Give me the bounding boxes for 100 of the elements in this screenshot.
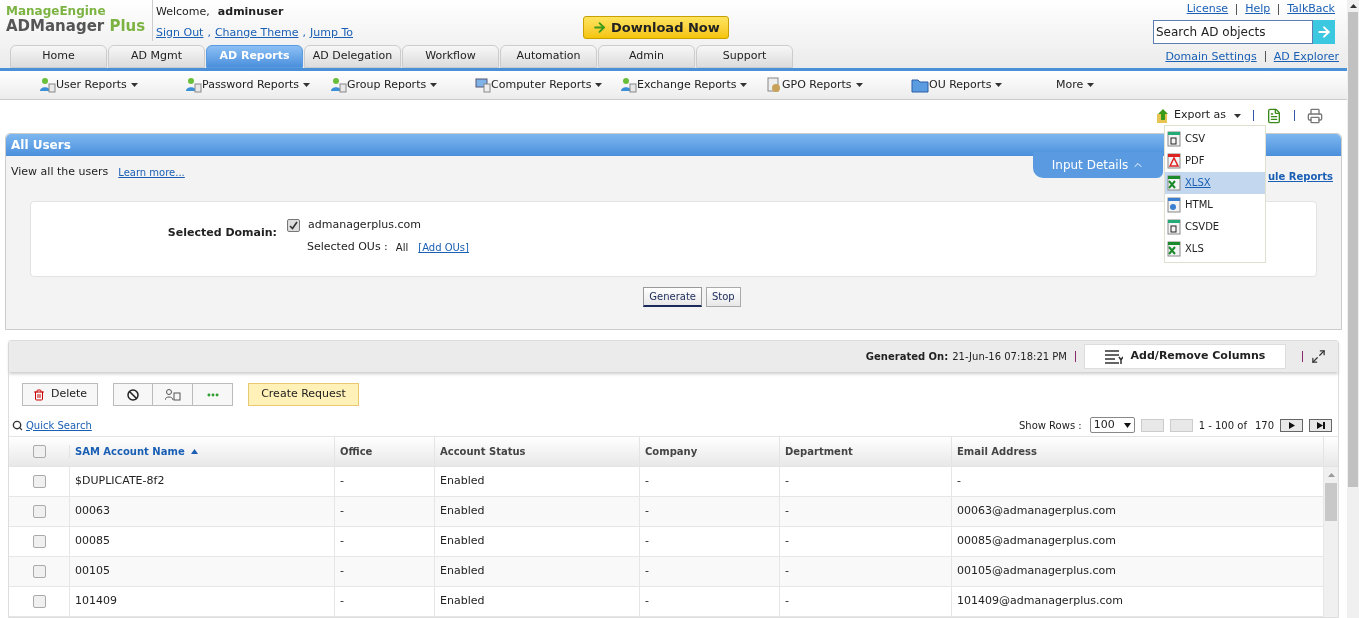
scroll-up-icon[interactable] — [1349, 4, 1357, 8]
previous-page-button[interactable] — [1169, 418, 1193, 432]
header-link[interactable]: Jump To — [310, 24, 353, 41]
user-name: adminuser — [217, 4, 284, 20]
table-cell: Enabled — [440, 593, 485, 610]
caret-icon — [430, 82, 438, 87]
add-ous-link[interactable]: [Add OUs] — [418, 240, 469, 256]
header-link[interactable]: Sign Out — [156, 24, 204, 41]
caret-icon — [130, 82, 138, 87]
table-cell: - — [340, 473, 344, 490]
document-icon[interactable] — [1266, 107, 1282, 124]
nav-tab[interactable]: AD Mgmt — [108, 45, 205, 68]
top-link[interactable]: License — [1186, 1, 1229, 18]
top-link[interactable]: TalkBack — [1287, 1, 1335, 18]
first-page-button[interactable] — [1140, 418, 1164, 432]
users-icon — [186, 76, 202, 93]
learn-more-link[interactable]: Learn more... — [118, 165, 185, 181]
table-cell: Enabled — [440, 473, 485, 490]
action-button[interactable]: Generate — [643, 286, 702, 307]
nav-tab[interactable]: Workflow — [402, 45, 499, 68]
add-remove-columns-button[interactable]: Add/Remove Columns — [1084, 344, 1286, 369]
table-cell: 00105 — [75, 563, 110, 580]
table-cell: Enabled — [440, 563, 485, 580]
file-icon — [1167, 130, 1181, 147]
table-cell: 101409 — [75, 593, 117, 610]
column-header[interactable]: SAM Account Name — [70, 437, 335, 466]
column-header[interactable]: Office — [335, 437, 435, 466]
checkbox[interactable] — [32, 505, 46, 518]
create-request-button[interactable]: Create Request — [248, 383, 359, 406]
checkbox[interactable] — [287, 218, 300, 232]
table-cell: 00105@admanagerplus.com — [957, 563, 1116, 580]
more-icon[interactable] — [193, 383, 234, 406]
header-link[interactable]: Change Theme — [214, 24, 299, 41]
nav-tab[interactable]: AD Delegation — [304, 45, 401, 68]
table-cell: 00085@admanagerplus.com — [957, 533, 1116, 550]
download-button[interactable]: Download Now — [583, 16, 729, 39]
top-link[interactable]: Help — [1245, 1, 1271, 18]
caret-icon — [1234, 113, 1241, 118]
ous-value: All — [395, 241, 409, 256]
report-menu[interactable]: GPO Reports — [766, 76, 911, 93]
report-menu[interactable]: Password Reports — [186, 76, 331, 93]
report-menu[interactable]: Computer Reports — [475, 76, 621, 93]
expand-icon[interactable] — [1311, 349, 1326, 364]
export-option[interactable]: CSV — [1165, 127, 1265, 150]
export-menu[interactable]: Export as — [1156, 107, 1241, 124]
export-option[interactable]: PDF — [1165, 149, 1265, 172]
nav-tab[interactable]: Home — [10, 45, 107, 68]
table-cell: - — [957, 473, 961, 490]
page-scrollbar[interactable] — [1347, 0, 1359, 618]
schedule-reports-link[interactable]: ule Reports — [1268, 169, 1333, 185]
checkbox[interactable] — [32, 475, 46, 488]
delete-button[interactable]: Delete — [22, 383, 99, 406]
folder-icon — [911, 76, 929, 93]
report-menu[interactable]: Exchange Reports — [621, 76, 766, 93]
generated-label: Generated On: — [865, 350, 949, 364]
table-scrollbar[interactable] — [1324, 467, 1338, 617]
report-menu[interactable]: User Reports — [40, 76, 186, 93]
checkbox[interactable] — [32, 535, 46, 548]
report-menu[interactable]: Group Reports — [331, 76, 475, 93]
export-option[interactable]: HTML — [1165, 193, 1265, 216]
column-header[interactable]: Email Address — [952, 437, 1324, 466]
nav-tab[interactable]: Support — [696, 45, 793, 68]
checkbox[interactable] — [32, 595, 46, 608]
field-label: Selected OUs : — [307, 239, 388, 256]
report-menu[interactable]: OU Reports — [911, 76, 1056, 93]
export-option[interactable]: CSVDE — [1165, 215, 1265, 238]
settings-link[interactable]: AD Explorer — [1273, 48, 1339, 65]
scroll-thumb[interactable] — [1348, 12, 1358, 487]
column-header[interactable]: Company — [640, 437, 780, 466]
nav-tab[interactable]: Admin — [598, 45, 695, 68]
settings-link[interactable]: Domain Settings — [1165, 48, 1257, 65]
rows-select[interactable]: 100 — [1089, 417, 1135, 433]
print-icon[interactable] — [1307, 107, 1323, 124]
export-option[interactable]: XLS — [1165, 237, 1265, 260]
last-page-button[interactable] — [1309, 418, 1332, 432]
scroll-thumb[interactable] — [1325, 483, 1337, 521]
search-go-icon[interactable] — [1313, 19, 1335, 44]
disable-icon[interactable] — [113, 383, 154, 406]
report-menu[interactable]: More — [1056, 76, 1116, 93]
search-field[interactable]: Search AD objects — [1153, 19, 1314, 44]
export-icon — [1156, 107, 1170, 124]
table-cell: 00063 — [75, 503, 110, 520]
next-icon — [1288, 421, 1295, 429]
next-page-button[interactable] — [1280, 418, 1303, 432]
caret-icon — [1087, 82, 1095, 87]
export-option[interactable]: XLSX — [1165, 171, 1265, 194]
caret-icon — [595, 82, 603, 87]
table-cell: - — [785, 593, 789, 610]
checkbox[interactable] — [32, 565, 46, 578]
table-cell: - — [645, 473, 649, 490]
checkbox[interactable] — [32, 445, 46, 458]
arrow-icon — [592, 20, 607, 35]
table-cell: - — [340, 563, 344, 580]
action-button[interactable]: Stop — [706, 286, 741, 307]
total-count: 170 — [1254, 418, 1274, 433]
column-header[interactable]: Department — [780, 437, 952, 466]
quick-search-link[interactable]: Quick Search — [26, 417, 92, 433]
nav-tab[interactable]: Automation — [500, 45, 597, 68]
table-cell: 00085 — [75, 533, 110, 550]
column-header[interactable]: Account Status — [435, 437, 640, 466]
